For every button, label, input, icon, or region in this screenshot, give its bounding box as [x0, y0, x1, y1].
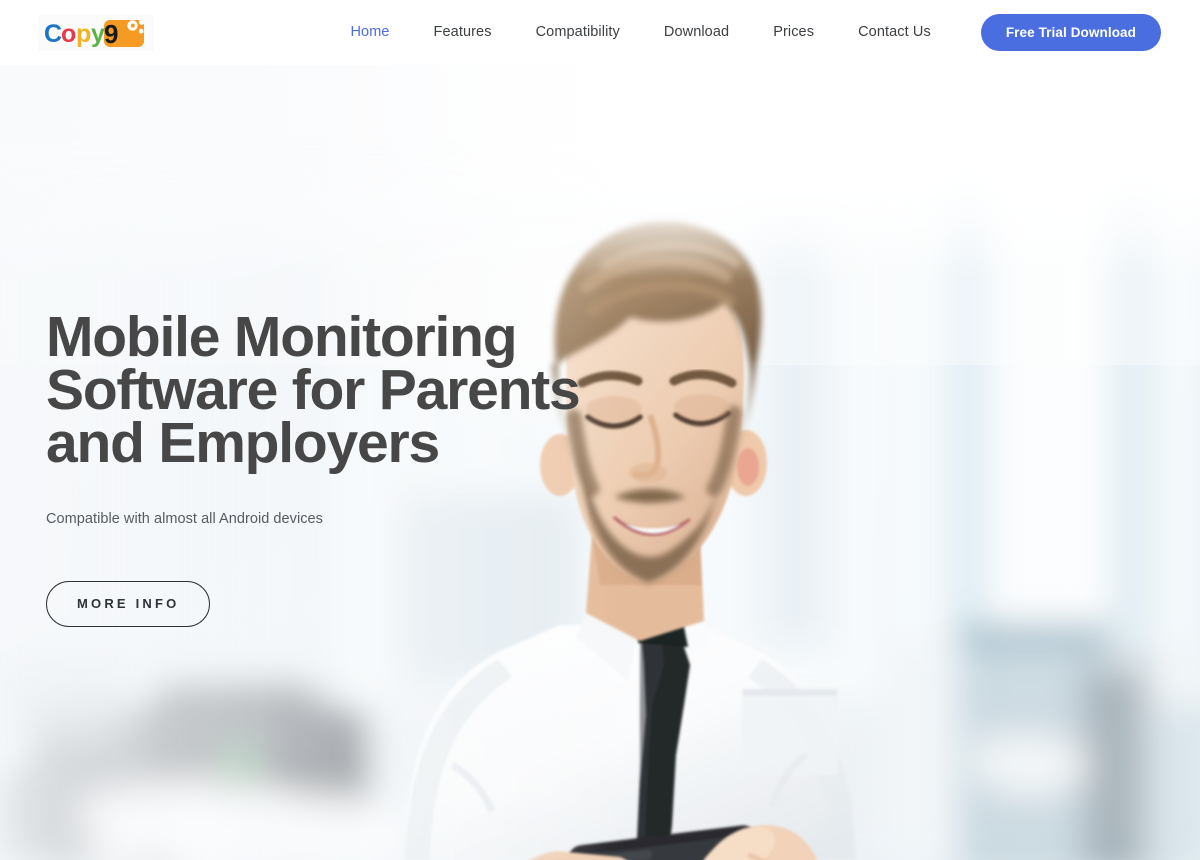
svg-text:y: y: [91, 20, 105, 48]
svg-text:C: C: [44, 20, 62, 48]
nav-item-compatibility[interactable]: Compatibility: [514, 0, 642, 65]
hero-headline-line-1: Mobile Monitoring: [46, 305, 518, 369]
svg-text:o: o: [61, 20, 76, 48]
svg-text:9: 9: [104, 19, 118, 49]
copy9-logo-icon: C o p y 9: [44, 19, 145, 49]
nav-item-home[interactable]: Home: [328, 0, 411, 65]
svg-text:p: p: [76, 20, 91, 48]
main-navigation: Home Features Compatibility Download Pri…: [328, 0, 1200, 65]
nav-item-contact-us[interactable]: Contact Us: [836, 0, 953, 65]
site-header: C o p y 9 Home Features Compatibility Do…: [0, 0, 1200, 65]
hero-content: Mobile Monitoring Software for Parents a…: [46, 305, 686, 627]
nav-item-features[interactable]: Features: [412, 0, 514, 65]
hero-headline: Mobile Monitoring Software for Parents a…: [46, 305, 686, 475]
nav-item-download[interactable]: Download: [642, 0, 751, 65]
hero-section: Mobile Monitoring Software for Parents a…: [0, 65, 1200, 860]
more-info-button[interactable]: MORE INFO: [46, 581, 211, 627]
hero-headline-line-3: and Employers: [46, 411, 440, 475]
nav-item-prices[interactable]: Prices: [751, 0, 836, 65]
free-trial-download-button[interactable]: Free Trial Download: [980, 14, 1161, 51]
hero-subtitle: Compatible with almost all Android devic…: [46, 511, 323, 527]
site-logo[interactable]: C o p y 9: [38, 14, 154, 51]
hero-headline-line-2: Software for Parents: [46, 358, 581, 422]
